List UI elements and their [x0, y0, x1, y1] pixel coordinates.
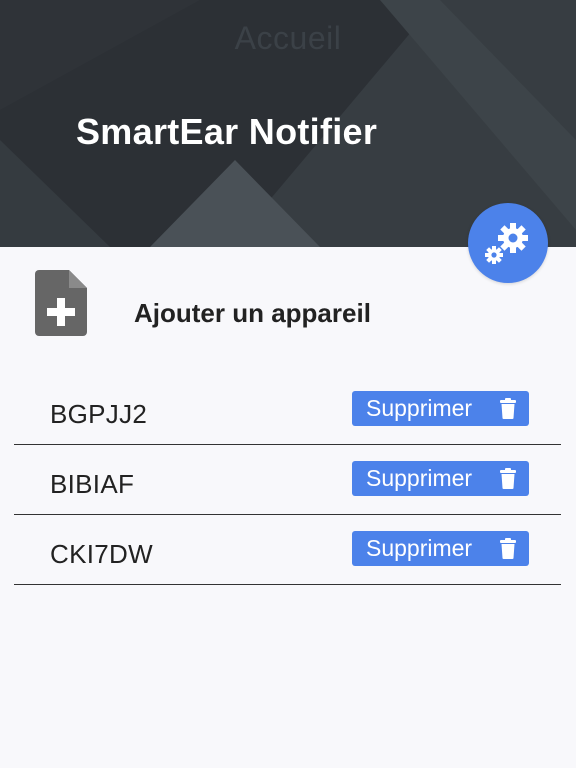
app-title: SmartEar Notifier	[76, 111, 378, 152]
add-device-label: Ajouter un appareil	[134, 298, 371, 328]
delete-button-label: Supprimer	[366, 465, 473, 491]
device-name: BIBIAF	[50, 469, 135, 499]
delete-button-label: Supprimer	[366, 535, 473, 561]
device-row: CKI7DW Supprimer	[14, 515, 561, 585]
trash-icon	[500, 468, 516, 489]
delete-button-label: Supprimer	[366, 395, 473, 421]
device-name: CKI7DW	[50, 539, 153, 569]
device-name: BGPJJ2	[50, 399, 148, 429]
device-row: BGPJJ2 Supprimer	[14, 375, 561, 445]
delete-button[interactable]: Supprimer	[352, 531, 529, 566]
trash-icon	[500, 398, 516, 419]
trash-icon	[500, 538, 516, 559]
file-add-icon	[35, 270, 87, 336]
delete-button[interactable]: Supprimer	[352, 461, 529, 496]
delete-button[interactable]: Supprimer	[352, 391, 529, 426]
add-device-row[interactable]: Ajouter un appareil	[35, 270, 535, 336]
settings-button[interactable]	[468, 203, 548, 283]
device-row: BIBIAF Supprimer	[14, 445, 561, 515]
gears-icon	[485, 223, 528, 264]
nav-title: Accueil	[234, 20, 342, 56]
device-list: BGPJJ2 Supprimer BIBIAF Supprimer CKI7DW…	[14, 375, 561, 585]
